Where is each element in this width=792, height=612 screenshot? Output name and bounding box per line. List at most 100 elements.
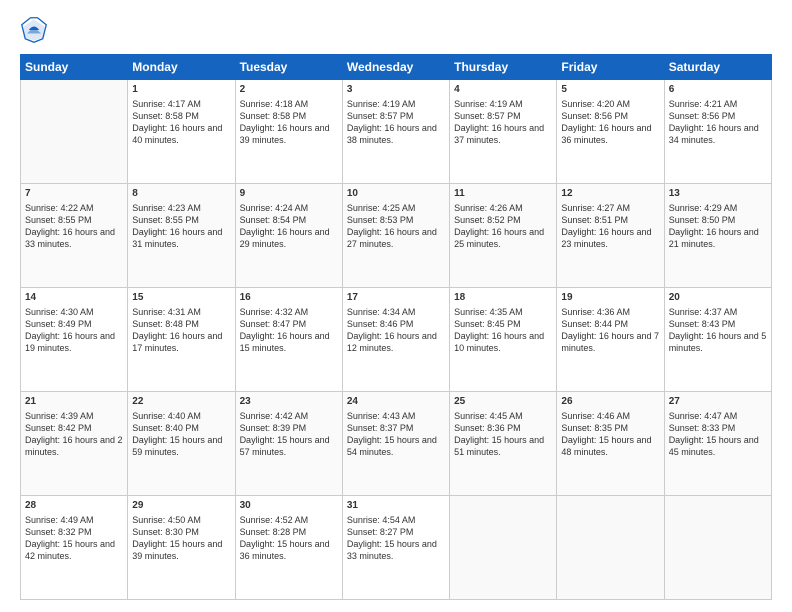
day-daylight: Daylight: 16 hours and 31 minutes. (132, 226, 230, 250)
day-number: 3 (347, 83, 445, 97)
day-sunset: Sunset: 8:27 PM (347, 526, 445, 538)
day-sunset: Sunset: 8:54 PM (240, 214, 338, 226)
day-sunset: Sunset: 8:37 PM (347, 422, 445, 434)
day-number: 29 (132, 499, 230, 513)
calendar-header-monday: Monday (128, 55, 235, 80)
calendar-week-1: 1Sunrise: 4:17 AMSunset: 8:58 PMDaylight… (21, 80, 772, 184)
calendar-day: 11Sunrise: 4:26 AMSunset: 8:52 PMDayligh… (450, 184, 557, 288)
calendar-day: 4Sunrise: 4:19 AMSunset: 8:57 PMDaylight… (450, 80, 557, 184)
page: SundayMondayTuesdayWednesdayThursdayFrid… (0, 0, 792, 612)
day-sunrise: Sunrise: 4:23 AM (132, 202, 230, 214)
day-number: 17 (347, 291, 445, 305)
day-number: 18 (454, 291, 552, 305)
day-sunset: Sunset: 8:33 PM (669, 422, 767, 434)
day-number: 28 (25, 499, 123, 513)
day-sunset: Sunset: 8:57 PM (347, 110, 445, 122)
day-number: 1 (132, 83, 230, 97)
calendar-day (664, 496, 771, 600)
day-sunrise: Sunrise: 4:22 AM (25, 202, 123, 214)
day-sunrise: Sunrise: 4:49 AM (25, 514, 123, 526)
day-sunrise: Sunrise: 4:34 AM (347, 306, 445, 318)
calendar-day (21, 80, 128, 184)
day-daylight: Daylight: 15 hours and 59 minutes. (132, 434, 230, 458)
day-daylight: Daylight: 16 hours and 33 minutes. (25, 226, 123, 250)
day-daylight: Daylight: 15 hours and 39 minutes. (132, 538, 230, 562)
day-daylight: Daylight: 16 hours and 17 minutes. (132, 330, 230, 354)
day-sunset: Sunset: 8:44 PM (561, 318, 659, 330)
calendar-day: 12Sunrise: 4:27 AMSunset: 8:51 PMDayligh… (557, 184, 664, 288)
day-number: 24 (347, 395, 445, 409)
day-daylight: Daylight: 16 hours and 34 minutes. (669, 122, 767, 146)
day-daylight: Daylight: 16 hours and 27 minutes. (347, 226, 445, 250)
day-sunrise: Sunrise: 4:45 AM (454, 410, 552, 422)
day-sunset: Sunset: 8:50 PM (669, 214, 767, 226)
calendar-day: 10Sunrise: 4:25 AMSunset: 8:53 PMDayligh… (342, 184, 449, 288)
day-sunrise: Sunrise: 4:18 AM (240, 98, 338, 110)
day-sunset: Sunset: 8:39 PM (240, 422, 338, 434)
logo (20, 16, 52, 44)
day-daylight: Daylight: 16 hours and 39 minutes. (240, 122, 338, 146)
day-daylight: Daylight: 16 hours and 21 minutes. (669, 226, 767, 250)
calendar-header-friday: Friday (557, 55, 664, 80)
day-daylight: Daylight: 15 hours and 48 minutes. (561, 434, 659, 458)
calendar-day: 20Sunrise: 4:37 AMSunset: 8:43 PMDayligh… (664, 288, 771, 392)
calendar-week-4: 21Sunrise: 4:39 AMSunset: 8:42 PMDayligh… (21, 392, 772, 496)
day-number: 31 (347, 499, 445, 513)
calendar-day: 23Sunrise: 4:42 AMSunset: 8:39 PMDayligh… (235, 392, 342, 496)
day-number: 15 (132, 291, 230, 305)
calendar-table: SundayMondayTuesdayWednesdayThursdayFrid… (20, 54, 772, 600)
day-daylight: Daylight: 16 hours and 37 minutes. (454, 122, 552, 146)
day-sunset: Sunset: 8:28 PM (240, 526, 338, 538)
day-number: 6 (669, 83, 767, 97)
day-daylight: Daylight: 15 hours and 36 minutes. (240, 538, 338, 562)
day-sunset: Sunset: 8:55 PM (25, 214, 123, 226)
calendar-day: 15Sunrise: 4:31 AMSunset: 8:48 PMDayligh… (128, 288, 235, 392)
day-sunset: Sunset: 8:36 PM (454, 422, 552, 434)
day-sunrise: Sunrise: 4:40 AM (132, 410, 230, 422)
day-daylight: Daylight: 15 hours and 33 minutes. (347, 538, 445, 562)
day-number: 13 (669, 187, 767, 201)
day-sunrise: Sunrise: 4:50 AM (132, 514, 230, 526)
day-number: 30 (240, 499, 338, 513)
day-sunrise: Sunrise: 4:20 AM (561, 98, 659, 110)
day-number: 4 (454, 83, 552, 97)
calendar-day: 1Sunrise: 4:17 AMSunset: 8:58 PMDaylight… (128, 80, 235, 184)
calendar-day: 31Sunrise: 4:54 AMSunset: 8:27 PMDayligh… (342, 496, 449, 600)
day-sunrise: Sunrise: 4:19 AM (454, 98, 552, 110)
day-sunrise: Sunrise: 4:32 AM (240, 306, 338, 318)
day-sunrise: Sunrise: 4:54 AM (347, 514, 445, 526)
day-number: 12 (561, 187, 659, 201)
day-sunrise: Sunrise: 4:36 AM (561, 306, 659, 318)
day-sunrise: Sunrise: 4:19 AM (347, 98, 445, 110)
day-sunrise: Sunrise: 4:21 AM (669, 98, 767, 110)
calendar-day: 3Sunrise: 4:19 AMSunset: 8:57 PMDaylight… (342, 80, 449, 184)
day-daylight: Daylight: 16 hours and 40 minutes. (132, 122, 230, 146)
day-daylight: Daylight: 16 hours and 38 minutes. (347, 122, 445, 146)
calendar-day: 8Sunrise: 4:23 AMSunset: 8:55 PMDaylight… (128, 184, 235, 288)
day-daylight: Daylight: 16 hours and 2 minutes. (25, 434, 123, 458)
day-sunset: Sunset: 8:49 PM (25, 318, 123, 330)
day-daylight: Daylight: 16 hours and 15 minutes. (240, 330, 338, 354)
day-sunset: Sunset: 8:57 PM (454, 110, 552, 122)
day-sunset: Sunset: 8:35 PM (561, 422, 659, 434)
day-daylight: Daylight: 15 hours and 51 minutes. (454, 434, 552, 458)
day-sunrise: Sunrise: 4:42 AM (240, 410, 338, 422)
calendar-day: 13Sunrise: 4:29 AMSunset: 8:50 PMDayligh… (664, 184, 771, 288)
day-sunrise: Sunrise: 4:37 AM (669, 306, 767, 318)
day-daylight: Daylight: 16 hours and 19 minutes. (25, 330, 123, 354)
day-sunset: Sunset: 8:32 PM (25, 526, 123, 538)
day-number: 5 (561, 83, 659, 97)
day-sunrise: Sunrise: 4:27 AM (561, 202, 659, 214)
calendar-day (450, 496, 557, 600)
day-sunrise: Sunrise: 4:47 AM (669, 410, 767, 422)
day-number: 23 (240, 395, 338, 409)
day-daylight: Daylight: 16 hours and 12 minutes. (347, 330, 445, 354)
calendar-day (557, 496, 664, 600)
day-daylight: Daylight: 16 hours and 10 minutes. (454, 330, 552, 354)
day-daylight: Daylight: 16 hours and 7 minutes. (561, 330, 659, 354)
day-number: 9 (240, 187, 338, 201)
day-daylight: Daylight: 15 hours and 54 minutes. (347, 434, 445, 458)
calendar-header-wednesday: Wednesday (342, 55, 449, 80)
calendar-day: 7Sunrise: 4:22 AMSunset: 8:55 PMDaylight… (21, 184, 128, 288)
day-number: 25 (454, 395, 552, 409)
